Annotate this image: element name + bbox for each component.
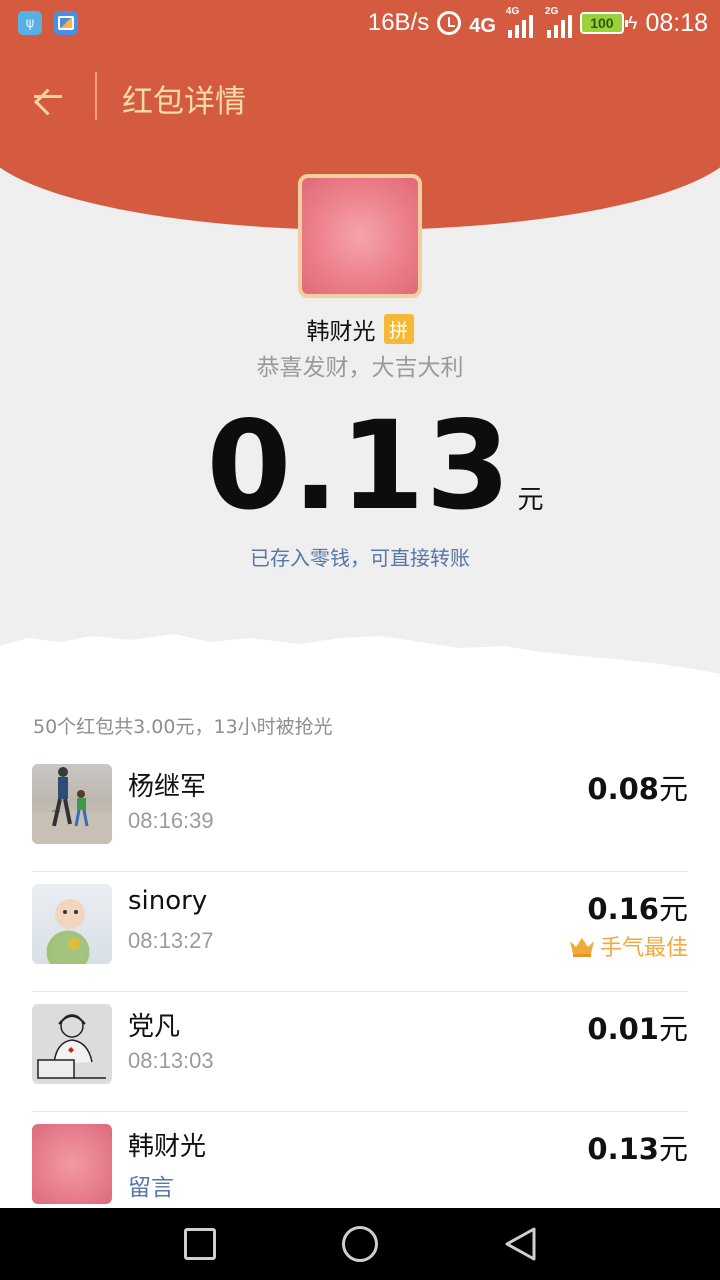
sender-name: 韩财光 <box>306 319 376 345</box>
page-title: 红包详情 <box>122 84 246 120</box>
recipient-amount: 0.08元 <box>587 766 688 808</box>
amount-value: 0.08 <box>587 772 659 806</box>
avatar-photo <box>37 1014 106 1079</box>
amount-unit: 元 <box>658 892 688 926</box>
received-amount: 0.13 元 <box>0 395 720 537</box>
avatar <box>32 1124 112 1204</box>
system-nav-bar <box>0 1208 720 1280</box>
header-divider <box>95 72 97 120</box>
avatar-photo <box>52 899 88 964</box>
avatar <box>32 1004 112 1084</box>
signal-sim1-icon: 4G <box>505 6 533 38</box>
sender-avatar[interactable] <box>298 174 422 298</box>
amount-unit: 元 <box>517 485 544 515</box>
signal-4g-icon: 4G <box>469 8 498 38</box>
amount-value: 0.01 <box>587 1012 659 1046</box>
charging-icon: ϟ <box>627 12 638 33</box>
greeting-text: 恭喜发财，大吉大利 <box>256 355 464 381</box>
list-item[interactable]: sinory 08:13:27 0.16元 手气最佳 <box>32 872 688 992</box>
avatar <box>32 884 112 964</box>
amount-value: 0.13 <box>206 395 512 537</box>
sim2-type-label: 2G <box>544 6 559 17</box>
best-luck-badge: 手气最佳 <box>568 930 688 962</box>
back-arrow-icon[interactable] <box>28 78 68 114</box>
avatar <box>32 764 112 844</box>
recent-apps-icon[interactable] <box>184 1228 216 1260</box>
signal-bars-icon <box>507 15 533 38</box>
list-item[interactable]: 杨继军 08:16:39 0.08元 <box>32 752 688 872</box>
signal-sim2-icon: 2G <box>544 6 572 38</box>
recipient-amount: 0.01元 <box>587 1006 688 1048</box>
status-indicators: 16B/s 4G 4G 2G 100 ϟ 08:18 <box>367 6 708 38</box>
crown-icon <box>569 938 594 957</box>
usb-icon: ψ <box>18 11 42 35</box>
status-notifications: ψ <box>18 11 78 35</box>
network-speed: 16B/s <box>367 9 430 36</box>
recipient-amount: 0.16元 <box>587 886 688 928</box>
recipient-name: 杨继军 <box>128 772 207 802</box>
best-luck-label: 手气最佳 <box>599 936 688 961</box>
sender-info: 韩财光 拼 <box>0 312 720 346</box>
recipient-name: sinory <box>128 886 208 916</box>
packet-summary: 50个红包共3.00元，13小时被抢光 <box>33 716 333 738</box>
recipient-name: 党凡 <box>128 1012 181 1042</box>
home-icon[interactable] <box>342 1226 378 1262</box>
battery-level: 100 <box>590 15 614 31</box>
amount-unit: 元 <box>658 1012 688 1046</box>
leave-message-link[interactable]: 留言 <box>128 1168 174 1202</box>
grab-time: 08:13:27 <box>128 928 214 953</box>
pin-badge: 拼 <box>383 314 414 344</box>
grab-time: 08:13:03 <box>128 1048 214 1073</box>
amount-unit: 元 <box>658 1132 688 1166</box>
avatar-photo <box>32 767 112 844</box>
battery-icon: 100 <box>579 12 628 34</box>
list-item[interactable]: 党凡 08:13:03 0.01元 <box>32 992 688 1112</box>
amount-value: 0.13 <box>587 1132 659 1166</box>
saved-to-wallet-link[interactable]: 已存入零钱，可直接转账 <box>0 542 720 571</box>
back-triangle-icon[interactable] <box>502 1226 538 1262</box>
amount-unit: 元 <box>658 772 688 806</box>
clock: 08:18 <box>645 8 708 37</box>
gallery-icon <box>54 11 78 35</box>
sim1-type-label: 4G <box>505 6 520 17</box>
recipient-amount: 0.13元 <box>587 1126 688 1168</box>
status-bar: ψ 16B/s 4G 4G 2G 100 ϟ 08:18 <box>0 0 720 50</box>
recipient-name: 韩财光 <box>128 1132 207 1162</box>
grab-time: 08:16:39 <box>128 808 214 833</box>
alarm-icon <box>437 11 462 35</box>
recipients-panel: 50个红包共3.00元，13小时被抢光 杨继军 08:16:39 0.08元 s… <box>0 690 720 1210</box>
signal-bars-icon <box>546 15 572 38</box>
amount-value: 0.16 <box>587 892 659 926</box>
network-type-label: 4G <box>469 15 496 37</box>
